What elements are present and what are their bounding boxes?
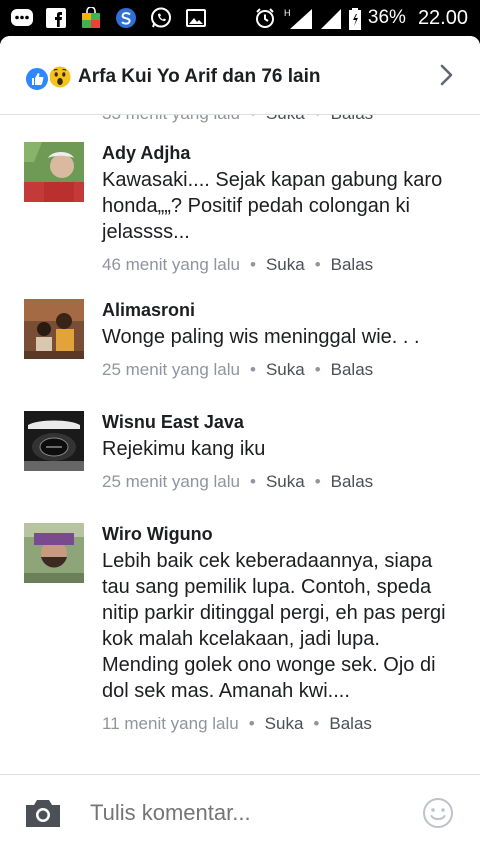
emoji-icon[interactable] — [422, 797, 454, 829]
facebook-icon — [45, 7, 67, 29]
svg-text:H: H — [284, 8, 291, 18]
s-app-icon — [115, 7, 137, 29]
status-bar: H 36% 22.00 — [0, 0, 480, 36]
like-link[interactable]: Suka — [266, 114, 305, 123]
like-link[interactable]: Suka — [266, 360, 305, 379]
comment-author[interactable]: Wiro Wiguno — [102, 523, 452, 545]
comment-list[interactable]: 33 menit yang lalu•Suka•Balas Ady Adjha … — [0, 114, 480, 774]
like-link[interactable]: Suka — [266, 472, 305, 491]
comment-text: Rejekimu kang iku — [102, 438, 266, 460]
reply-link[interactable]: Balas — [331, 360, 374, 379]
reply-link[interactable]: Balas — [329, 714, 372, 733]
alarm-icon — [254, 7, 276, 29]
comment-time: 46 menit yang lalu — [102, 255, 240, 274]
comment-author[interactable]: Wisnu East Java — [102, 411, 452, 433]
wow-reaction-icon — [48, 65, 72, 89]
comment-time: 11 menit yang lalu — [102, 714, 239, 733]
battery-icon — [348, 7, 362, 30]
comment-time: 25 menit yang lalu — [102, 472, 240, 491]
battery-percent: 36% — [367, 7, 406, 28]
comment-meta: 11 menit yang lalu • Suka • Balas — [102, 714, 372, 733]
reply-link[interactable]: Balas — [331, 255, 374, 274]
bbm-icon — [10, 7, 33, 29]
signal-2-icon — [320, 7, 342, 29]
avatar[interactable] — [24, 142, 84, 202]
avatar[interactable] — [24, 523, 84, 583]
avatar[interactable] — [24, 299, 84, 359]
comment-text: Lebih baik cek keberadaannya, siapa tau … — [102, 550, 446, 702]
reactions-header[interactable]: Arfa Kui Yo Arif dan 76 lain — [0, 36, 480, 115]
comment-author[interactable]: Ady Adjha — [102, 142, 452, 164]
like-reaction-icon — [24, 66, 50, 92]
comment-time: 25 menit yang lalu — [102, 360, 240, 379]
comment-meta: 46 menit yang lalu • Suka • Balas — [102, 255, 374, 274]
comment-input[interactable] — [90, 800, 390, 826]
avatar[interactable] — [24, 411, 84, 471]
store-bag-icon — [80, 6, 102, 29]
reply-link[interactable]: Balas — [331, 114, 374, 123]
reactions-summary: Arfa Kui Yo Arif dan 76 lain — [78, 66, 321, 87]
chevron-right-icon[interactable] — [440, 64, 454, 86]
comment-text: Kawasaki.... Sejak kapan gabung karo hon… — [102, 169, 443, 243]
reply-link[interactable]: Balas — [331, 472, 374, 491]
comments-sheet: Arfa Kui Yo Arif dan 76 lain 33 menit ya… — [0, 36, 480, 854]
comment-meta: 25 menit yang lalu • Suka • Balas — [102, 360, 374, 379]
clock: 22.00 — [417, 6, 468, 29]
comment-composer — [0, 775, 480, 854]
signal-icon: H — [284, 7, 314, 29]
like-link[interactable]: Suka — [265, 714, 304, 733]
gallery-icon — [185, 7, 207, 29]
comment-author[interactable]: Alimasroni — [102, 299, 452, 321]
whatsapp-icon — [150, 7, 172, 29]
camera-icon[interactable] — [24, 797, 62, 829]
comment-meta: 25 menit yang lalu • Suka • Balas — [102, 472, 374, 491]
like-link[interactable]: Suka — [266, 255, 305, 274]
comment-meta-partial: 33 menit yang lalu•Suka•Balas — [102, 114, 373, 124]
comment-text: Wonge paling wis meninggal wie. . . — [102, 326, 420, 348]
